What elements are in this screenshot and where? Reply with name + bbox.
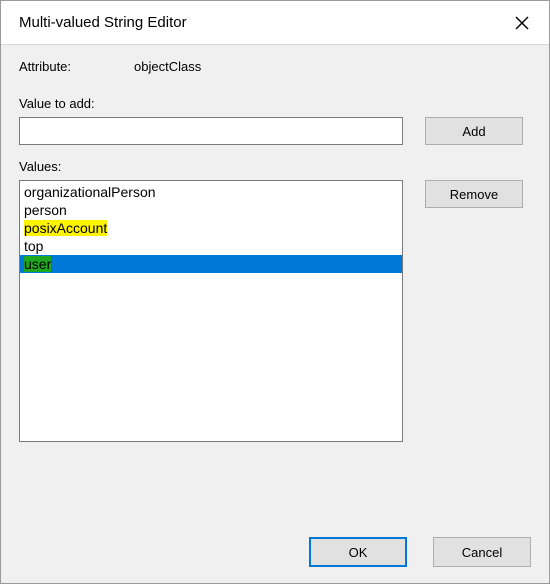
value-to-add-label: Value to add: xyxy=(19,96,531,111)
list-item[interactable]: posixAccount xyxy=(20,219,402,237)
title-bar: Multi-valued String Editor xyxy=(1,1,549,45)
list-item[interactable]: user xyxy=(20,255,402,273)
list-item-label: top xyxy=(24,238,43,254)
values-label: Values: xyxy=(19,159,531,174)
list-item[interactable]: organizationalPerson xyxy=(20,183,402,201)
close-icon xyxy=(515,16,529,30)
value-to-add-row: Add xyxy=(19,117,531,145)
remove-button[interactable]: Remove xyxy=(425,180,523,208)
add-button[interactable]: Add xyxy=(425,117,523,145)
dialog-window: Multi-valued String Editor Attribute: ob… xyxy=(0,0,550,584)
attribute-label: Attribute: xyxy=(19,59,134,74)
values-listbox[interactable]: organizationalPerson person posixAccount to… xyxy=(19,180,403,442)
cancel-button[interactable]: Cancel xyxy=(433,537,531,567)
dialog-body: Attribute: objectClass Value to add: Add… xyxy=(1,45,549,583)
values-area: organizationalPerson person posixAccount to… xyxy=(19,180,531,442)
window-title: Multi-valued String Editor xyxy=(19,14,187,31)
list-item-label: organizationalPerson xyxy=(24,184,156,200)
list-item[interactable]: person xyxy=(20,201,402,219)
close-button[interactable] xyxy=(511,12,533,34)
list-item[interactable]: top xyxy=(20,237,402,255)
list-item-label: posixAccount xyxy=(24,220,107,236)
dialog-button-row: OK Cancel xyxy=(19,521,531,567)
list-item-label: person xyxy=(24,202,67,218)
value-to-add-input[interactable] xyxy=(19,117,403,145)
attribute-row: Attribute: objectClass xyxy=(19,59,531,74)
list-item-label: user xyxy=(24,256,51,272)
attribute-value: objectClass xyxy=(134,59,201,74)
ok-button[interactable]: OK xyxy=(309,537,407,567)
